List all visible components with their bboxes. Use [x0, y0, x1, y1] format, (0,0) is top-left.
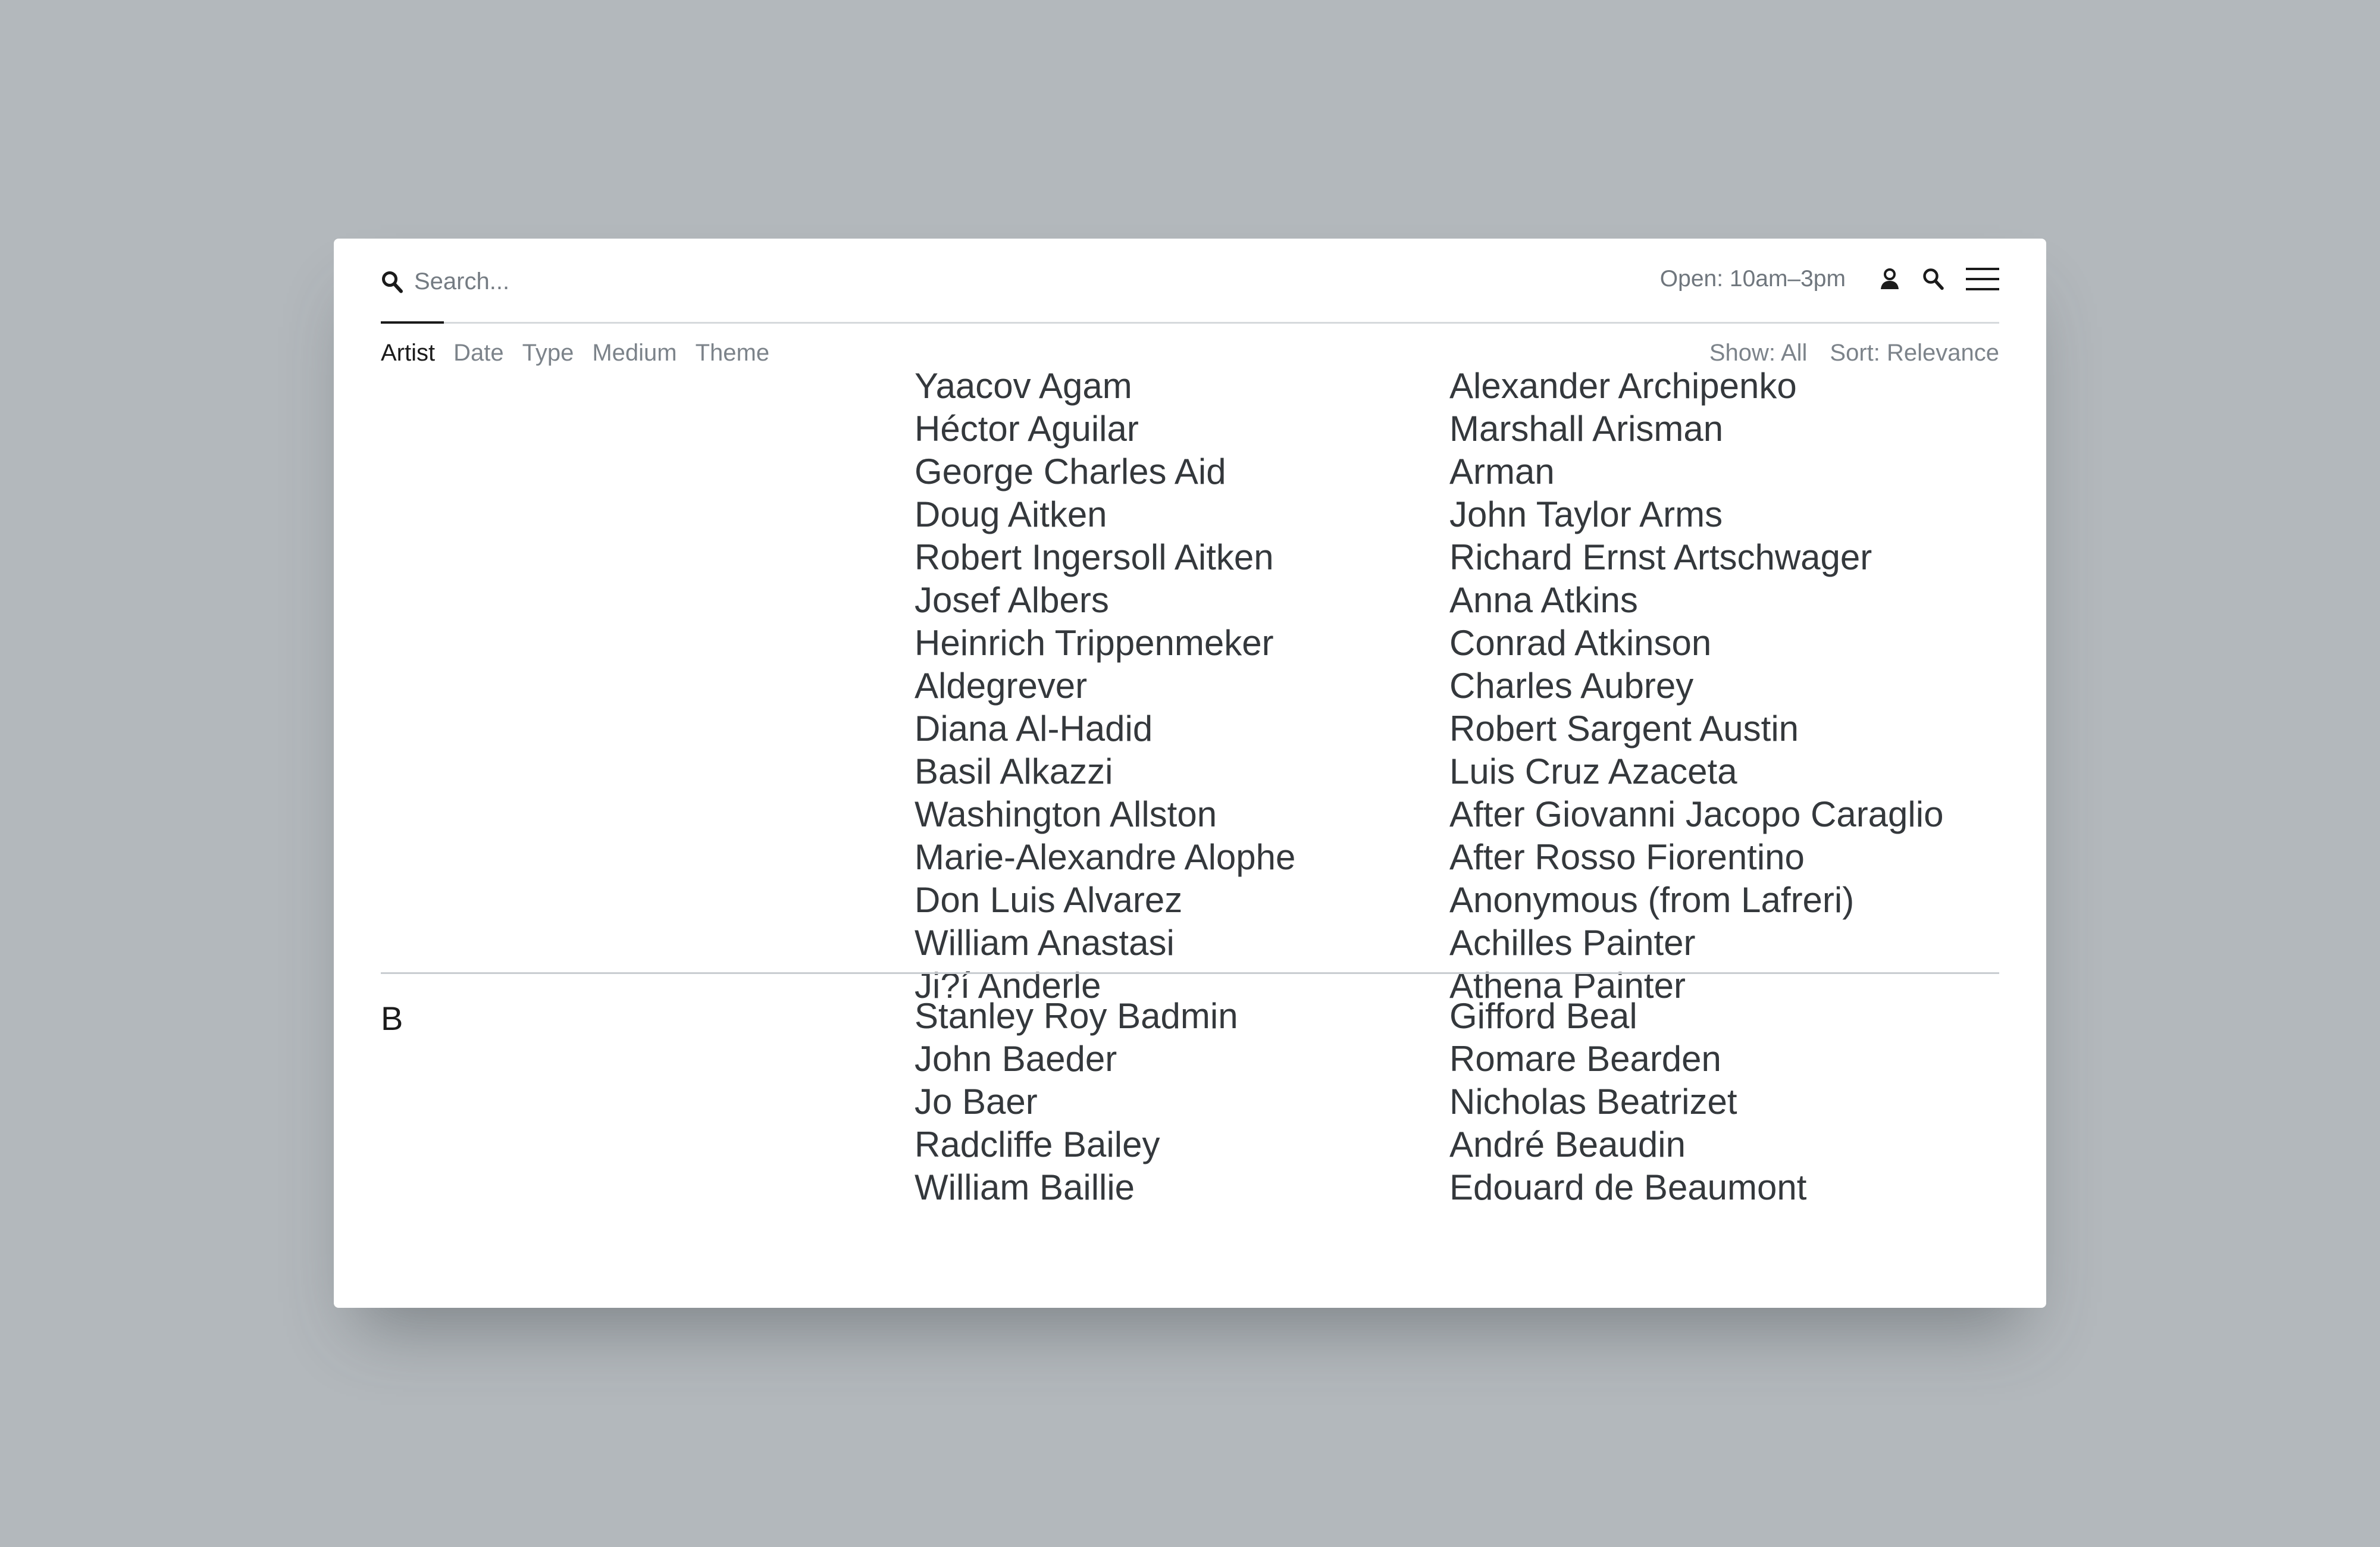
- artist-link[interactable]: Washington Allston: [915, 793, 1295, 836]
- letter-section-a: Yaacov Agam Héctor Aguilar George Charles …: [381, 368, 1999, 1006]
- artist-link[interactable]: Don Luis Alvarez: [915, 879, 1295, 922]
- view-options: Show: All Sort: Relevance: [1687, 340, 1999, 367]
- artist-link[interactable]: Marshall Arisman: [1449, 408, 1943, 450]
- tab-medium[interactable]: Medium: [592, 340, 677, 367]
- artist-link[interactable]: Conrad Atkinson: [1449, 622, 1943, 665]
- artist-link[interactable]: Romare Bearden: [1449, 1038, 1806, 1081]
- artist-link[interactable]: Alexander Archipenko: [1449, 368, 1943, 408]
- section-letter: B: [381, 1000, 403, 1037]
- tab-type[interactable]: Type: [522, 340, 574, 367]
- filter-tabs: Artist Date Type Medium Theme: [381, 340, 788, 367]
- artist-link[interactable]: Edouard de Beaumont: [1449, 1166, 1806, 1209]
- artist-link[interactable]: Anna Atkins: [1449, 579, 1943, 622]
- artist-link[interactable]: John Baeder: [915, 1038, 1238, 1081]
- artist-link[interactable]: William Baillie: [915, 1166, 1238, 1209]
- search-icon[interactable]: [1922, 267, 1944, 291]
- artist-link[interactable]: Arman: [1449, 450, 1943, 493]
- app-window: Open: 10am–3pm: [334, 239, 2046, 1308]
- artist-link[interactable]: After Giovanni Jacopo Caraglio: [1449, 793, 1943, 836]
- header-tools: Open: 10am–3pm: [1660, 266, 1999, 292]
- user-icon[interactable]: [1879, 268, 1900, 290]
- artist-column-2: Gifford Beal Romare Bearden Nicholas Beatr…: [1449, 995, 1806, 1209]
- artist-link[interactable]: Josef Albers: [915, 579, 1295, 622]
- artist-link[interactable]: Radcliffe Bailey: [915, 1123, 1238, 1166]
- search-input[interactable]: [414, 268, 831, 295]
- opening-hours: Open: 10am–3pm: [1659, 266, 1846, 292]
- artist-link[interactable]: Robert Ingersoll Aitken: [915, 536, 1295, 579]
- search-icon: [381, 270, 403, 294]
- letter-section-b: B Stanley Roy Badmin John Baeder Jo Baer Ra…: [381, 972, 1999, 1308]
- artist-link[interactable]: Marie-Alexandre Alophe: [915, 836, 1295, 879]
- search-box[interactable]: [381, 268, 831, 295]
- artist-column-1: Stanley Roy Badmin John Baeder Jo Baer Radc…: [915, 995, 1238, 1209]
- menu-icon[interactable]: [1966, 267, 1999, 292]
- artist-index: Yaacov Agam Héctor Aguilar George Charles …: [381, 368, 1999, 1308]
- artist-link[interactable]: André Beaudin: [1449, 1123, 1806, 1166]
- artist-link[interactable]: After Rosso Fiorentino: [1449, 836, 1943, 879]
- artist-link[interactable]: Yaacov Agam: [915, 368, 1295, 408]
- artist-link[interactable]: Aldegrever: [915, 665, 1295, 707]
- artist-column-2: Alexander Archipenko Marshall Arisman Arma…: [1449, 368, 1943, 1007]
- artist-link[interactable]: William Anastasi: [915, 922, 1295, 964]
- artist-link[interactable]: Gifford Beal: [1449, 995, 1806, 1038]
- artist-link[interactable]: George Charles Aid: [915, 450, 1295, 493]
- tab-theme[interactable]: Theme: [696, 340, 770, 367]
- artist-link[interactable]: Richard Ernst Artschwager: [1449, 536, 1943, 579]
- sort-filter[interactable]: Sort: Relevance: [1830, 340, 1999, 367]
- search-underline: [381, 321, 444, 324]
- artist-link[interactable]: Jo Baer: [915, 1081, 1238, 1123]
- artist-link[interactable]: Héctor Aguilar: [915, 408, 1295, 450]
- artist-column-1: Yaacov Agam Héctor Aguilar George Charles …: [915, 368, 1295, 1007]
- artist-link[interactable]: John Taylor Arms: [1449, 493, 1943, 536]
- artist-link[interactable]: Charles Aubrey: [1449, 665, 1943, 707]
- show-filter[interactable]: Show: All: [1709, 340, 1808, 367]
- artist-link[interactable]: Stanley Roy Badmin: [915, 995, 1238, 1038]
- artist-link[interactable]: Anonymous (from Lafreri): [1449, 879, 1943, 922]
- top-bar: Open: 10am–3pm: [381, 239, 1999, 324]
- tab-date[interactable]: Date: [453, 340, 504, 367]
- artist-link[interactable]: Heinrich Trippenmeker: [915, 622, 1295, 665]
- artist-link[interactable]: Luis Cruz Azaceta: [1449, 750, 1943, 793]
- artist-link[interactable]: Doug Aitken: [915, 493, 1295, 536]
- artist-link[interactable]: Basil Alkazzi: [915, 750, 1295, 793]
- artist-link[interactable]: Nicholas Beatrizet: [1449, 1081, 1806, 1123]
- artist-link[interactable]: Robert Sargent Austin: [1449, 707, 1943, 750]
- artist-link[interactable]: Achilles Painter: [1449, 922, 1943, 964]
- tab-artist[interactable]: Artist: [381, 340, 435, 367]
- artist-link[interactable]: Diana Al-Hadid: [915, 707, 1295, 750]
